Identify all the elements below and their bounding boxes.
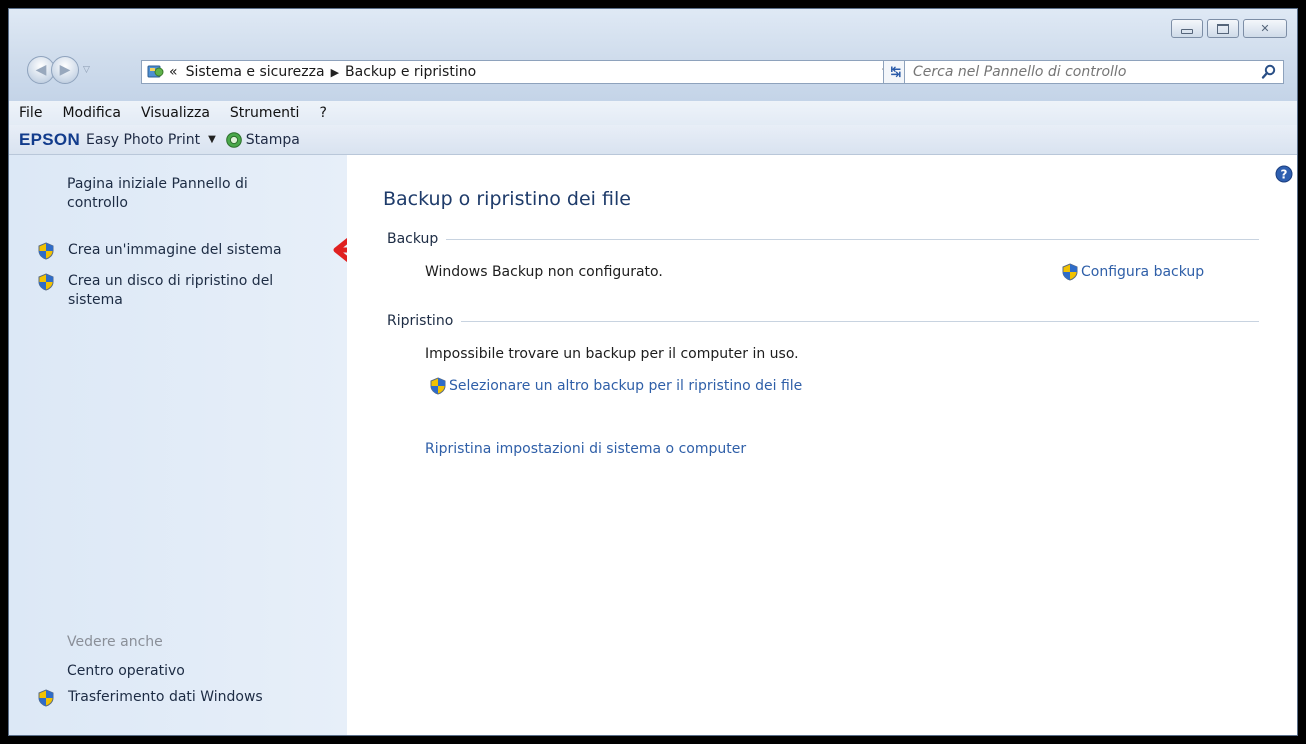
epson-logo: EPSON [19,129,81,149]
menu-bar: File Modifica Visualizza Strumenti ? [9,101,1297,125]
sidebar-home-link[interactable]: Pagina iniziale Pannello di controllo [67,175,307,213]
menu-visualizza[interactable]: Visualizza [131,105,220,121]
navigation-buttons: ◀ ▶ ▽ [27,56,90,84]
sidebar: Pagina iniziale Pannello di controllo Cr… [9,155,387,735]
title-bar: ✕ ◀ ▶ ▽ « Sistema e sicurezza ▶ Backup e… [9,9,1297,101]
sidebar-task-label: Crea un disco di ripristino del sistema [68,273,274,308]
backup-section-header: Backup [387,231,1259,247]
address-overflow[interactable]: « [169,64,178,80]
easy-photo-print-dropdown-icon[interactable]: ▼ [208,134,216,145]
menu-strumenti[interactable]: Strumenti [220,105,310,121]
forward-button[interactable]: ▶ [51,56,79,84]
select-other-backup-link[interactable]: Selezionare un altro backup per il ripri… [429,377,802,395]
close-icon: ✕ [1260,22,1270,35]
restore-section-header: Ripristino [387,313,1259,329]
uac-shield-icon [38,242,54,260]
backup-status-text: Windows Backup non configurato. [425,264,663,280]
uac-shield-icon [38,689,54,707]
section-divider [446,238,1259,240]
print-icon [225,131,242,148]
recent-pages-dropdown-icon[interactable]: ▽ [83,65,90,75]
configure-backup-link[interactable]: Configura backup [1061,263,1204,281]
maximize-button[interactable] [1207,19,1239,38]
main-content: ? Backup o ripristino dei file Backup Wi… [347,155,1297,735]
menu-modifica[interactable]: Modifica [52,105,131,121]
breadcrumb-sistema-e-sicurezza[interactable]: Sistema e sicurezza [186,64,325,80]
sidebar-link-trasferimento-dati[interactable]: Trasferimento dati Windows [37,688,328,707]
svg-text:?: ? [1281,168,1288,182]
back-arrow-icon: ◀ [35,62,47,78]
uac-shield-icon [1062,263,1078,281]
refresh-icon: ↹ [890,64,902,80]
sidebar-task-label: Crea un'immagine del sistema [68,242,282,258]
forward-arrow-icon: ▶ [59,62,71,78]
breadcrumb-backup-e-ripristino[interactable]: Backup e ripristino [345,64,476,80]
minimize-button[interactable] [1171,19,1203,38]
sidebar-link-centro-operativo[interactable]: Centro operativo [67,662,185,681]
search-input[interactable] [905,61,1251,83]
maximize-icon [1217,23,1229,34]
caption-buttons: ✕ [1167,19,1287,38]
help-icon[interactable]: ? [1275,165,1293,183]
epson-toolbar: EPSON Easy Photo Print ▼ Stampa [9,125,1297,155]
see-also-heading: Vedere anche [67,634,163,650]
address-bar[interactable]: « Sistema e sicurezza ▶ Backup e riprist… [141,60,897,84]
close-button[interactable]: ✕ [1243,19,1287,38]
select-other-backup-label: Selezionare un altro backup per il ripri… [449,378,803,394]
uac-shield-icon [430,377,446,395]
sidebar-task-system-image[interactable]: Crea un'immagine del sistema [37,241,328,260]
restore-system-settings-link[interactable]: Ripristina impostazioni di sistema o com… [425,441,746,457]
menu-help[interactable]: ? [309,105,336,121]
search-box[interactable] [904,60,1284,84]
search-icon[interactable] [1261,64,1277,84]
restore-status-text: Impossibile trovare un backup per il com… [425,346,799,362]
breadcrumb-separator-icon[interactable]: ▶ [331,66,339,79]
sidebar-link-label: Trasferimento dati Windows [68,689,263,705]
section-divider [461,320,1259,322]
minimize-icon [1181,29,1193,34]
uac-shield-icon [38,273,54,291]
control-panel-icon [147,65,164,78]
page-title: Backup o ripristino dei file [383,188,631,210]
configure-backup-label: Configura backup [1081,264,1205,280]
restore-heading: Ripristino [387,313,454,329]
stampa-button[interactable]: Stampa [246,132,300,148]
easy-photo-print-button[interactable]: Easy Photo Print [86,132,200,148]
sidebar-task-recovery-disc[interactable]: Crea un disco di ripristino del sistema [37,272,318,310]
backup-heading: Backup [387,231,439,247]
control-panel-window: ✕ ◀ ▶ ▽ « Sistema e sicurezza ▶ Backup e… [8,8,1298,736]
menu-file[interactable]: File [9,105,52,121]
